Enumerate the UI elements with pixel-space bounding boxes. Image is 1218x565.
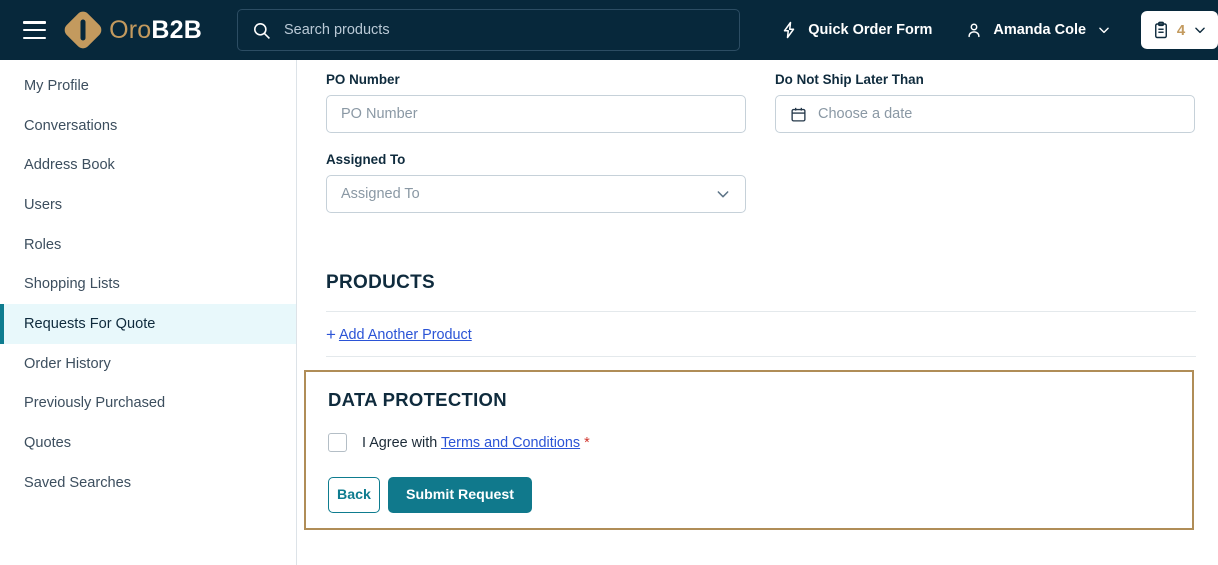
plus-icon: + (326, 325, 336, 344)
sidebar-item-label: Order History (24, 355, 111, 372)
logo-text: OroB2B (109, 16, 202, 45)
account-name-label: Amanda Cole (993, 22, 1087, 38)
rfq-form: PO Number PO Number Do Not Ship Later Th… (326, 72, 1196, 213)
products-bottom-divider (326, 356, 1196, 357)
terms-agreement-row: I Agree with Terms and Conditions * (328, 433, 1170, 452)
sidebar-item-requests-for-quote[interactable]: Requests For Quote (0, 304, 296, 344)
add-another-product-link[interactable]: Add Another Product (339, 327, 472, 343)
sidebar-item-label: Saved Searches (24, 474, 132, 491)
search-input[interactable]: Search products (237, 9, 741, 51)
assigned-to-select[interactable]: Assigned To (326, 175, 746, 213)
assigned-to-field-group: Assigned To Assigned To (326, 152, 746, 213)
data-protection-title: DATA PROTECTION (328, 389, 507, 410)
chevron-down-icon (715, 186, 731, 202)
products-section: PRODUCTS + Add Another Product (326, 272, 1196, 357)
ship-later-label: Do Not Ship Later Than (775, 72, 924, 87)
shopping-list-count: 4 (1176, 21, 1186, 39)
sidebar-item-label: Shopping Lists (24, 276, 120, 293)
sidebar-item-conversations[interactable]: Conversations (0, 106, 296, 146)
logo-text-oro: Oro (109, 15, 152, 44)
data-protection-panel: DATA PROTECTION I Agree with Terms and C… (304, 370, 1194, 530)
sidebar-item-label: Roles (24, 236, 62, 253)
sidebar-item-my-profile[interactable]: My Profile (0, 66, 296, 106)
account-sidebar-nav: My Profile Conversations Address Book Us… (0, 60, 297, 565)
terms-agreement-checkbox[interactable] (328, 433, 347, 452)
agree-prefix-label: I Agree with (362, 434, 438, 451)
clipboard-icon (1152, 21, 1170, 39)
terms-agreement-text: I Agree with Terms and Conditions * (362, 435, 590, 451)
ship-later-placeholder: Choose a date (818, 106, 913, 122)
assigned-to-label: Assigned To (326, 152, 406, 167)
sidebar-item-previously-purchased[interactable]: Previously Purchased (0, 384, 296, 424)
search-placeholder: Search products (284, 22, 390, 38)
sidebar-item-label: Address Book (24, 157, 115, 174)
po-number-placeholder: PO Number (341, 106, 418, 122)
sidebar-item-address-book[interactable]: Address Book (0, 145, 296, 185)
chevron-down-icon (1097, 23, 1111, 37)
sidebar-item-label: Users (24, 196, 63, 213)
back-button[interactable]: Back (328, 477, 380, 513)
form-row-1: PO Number PO Number Do Not Ship Later Th… (326, 72, 1196, 133)
required-asterisk: * (584, 434, 590, 451)
oro-diamond-icon (61, 8, 105, 52)
chevron-down-icon (1193, 23, 1207, 37)
terms-and-conditions-link[interactable]: Terms and Conditions (441, 435, 580, 451)
quick-order-form-button[interactable]: Quick Order Form (780, 21, 932, 39)
quick-order-form-label: Quick Order Form (808, 22, 933, 38)
form-row-2: Assigned To Assigned To (326, 152, 1196, 213)
sidebar-item-quotes[interactable]: Quotes (0, 423, 296, 463)
sidebar-item-saved-searches[interactable]: Saved Searches (0, 463, 296, 503)
user-icon (965, 21, 983, 39)
sidebar-item-label: Quotes (24, 435, 72, 452)
products-section-title: PRODUCTS (326, 272, 436, 293)
shopping-list-button[interactable]: 4 (1141, 11, 1218, 49)
form-actions: Back Submit Request (328, 477, 1170, 513)
search-icon (252, 21, 271, 40)
top-header: OroB2B Search products Quick Order Form … (0, 0, 1218, 60)
po-number-label: PO Number (326, 72, 400, 87)
calendar-icon (790, 106, 807, 123)
sidebar-item-label: Previously Purchased (24, 395, 166, 412)
sidebar-item-label: Conversations (24, 117, 118, 134)
sidebar-item-users[interactable]: Users (0, 185, 296, 225)
sidebar-item-label: My Profile (24, 77, 89, 94)
add-another-product-row[interactable]: + Add Another Product (326, 312, 1196, 356)
main-content: PO Number PO Number Do Not Ship Later Th… (298, 60, 1218, 565)
sidebar-item-order-history[interactable]: Order History (0, 344, 296, 384)
ship-later-field-group: Do Not Ship Later Than Choose a date (775, 72, 1195, 133)
sidebar-item-shopping-lists[interactable]: Shopping Lists (0, 264, 296, 304)
brand-logo[interactable]: OroB2B (61, 8, 202, 52)
submit-request-button[interactable]: Submit Request (388, 477, 532, 513)
hamburger-menu-icon[interactable] (23, 21, 47, 39)
sidebar-item-roles[interactable]: Roles (0, 225, 296, 265)
ship-later-date-input[interactable]: Choose a date (775, 95, 1195, 133)
sidebar-item-label: Requests For Quote (24, 315, 156, 332)
form-row-spacer (326, 133, 1196, 152)
assigned-to-placeholder: Assigned To (341, 186, 420, 202)
po-number-field-group: PO Number PO Number (326, 72, 746, 133)
account-menu-button[interactable]: Amanda Cole (965, 21, 1111, 39)
po-number-input[interactable]: PO Number (326, 95, 746, 133)
form-row-2-spacer (775, 152, 1195, 213)
logo-text-b2b: B2B (151, 15, 202, 44)
lightning-bolt-icon (780, 21, 798, 39)
